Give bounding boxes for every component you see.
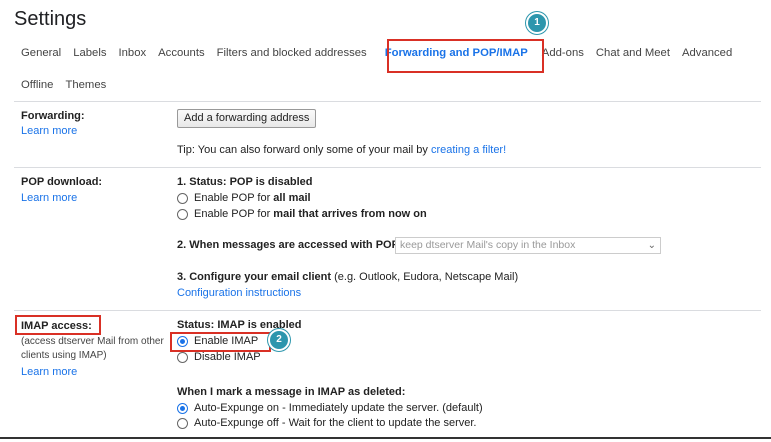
- option-bold: all mail: [273, 192, 311, 204]
- configuration-instructions-link[interactable]: Configuration instructions: [177, 287, 301, 299]
- imap-deleted-heading: When I mark a message in IMAP as deleted…: [177, 386, 406, 398]
- tab-labels[interactable]: Labels: [67, 47, 112, 59]
- tab-advanced[interactable]: Advanced: [676, 47, 738, 59]
- imap-description-line2: clients using IMAP): [21, 350, 107, 361]
- disable-imap-option[interactable]: Disable IMAP: [177, 351, 261, 363]
- radio-button[interactable]: [177, 351, 188, 363]
- radio-button-selected[interactable]: [177, 402, 188, 414]
- pop-configure-label: 3. Configure your email client: [177, 271, 332, 283]
- page-title: Settings: [14, 8, 87, 30]
- tab-chat-meet[interactable]: Chat and Meet: [590, 47, 676, 59]
- pop-status-prefix: 1. Status:: [177, 176, 230, 188]
- enable-imap-highlight: [170, 332, 271, 352]
- chevron-down-icon: ⌄: [647, 240, 656, 251]
- pop-from-now-option[interactable]: Enable POP for mail that arrives from no…: [177, 208, 427, 220]
- forwarding-label: Forwarding:: [21, 110, 85, 122]
- option-bold: mail that arrives from now on: [273, 208, 427, 220]
- pop-all-mail-option[interactable]: Enable POP for all mail: [177, 192, 311, 204]
- divider: [14, 167, 761, 168]
- pop-accessed-label: 2. When messages are accessed with POP: [177, 239, 399, 251]
- forwarding-tip: Tip: You can also forward only some of y…: [177, 144, 506, 156]
- pop-status-value: POP is disabled: [229, 176, 313, 188]
- active-tab-highlight: [387, 39, 544, 73]
- forwarding-tip-text: Tip: You can also forward only some of y…: [177, 144, 431, 156]
- step-badge-2: 2: [270, 331, 288, 349]
- option-prefix: Enable POP for: [194, 208, 271, 220]
- option-prefix: Enable POP for: [194, 192, 271, 204]
- radio-button[interactable]: [177, 208, 188, 220]
- radio-button[interactable]: [177, 417, 188, 429]
- step-badge-1: 1: [528, 14, 546, 32]
- imap-status: Status: IMAP is enabled: [177, 319, 302, 331]
- tab-themes[interactable]: Themes: [59, 79, 112, 91]
- imap-learn-more-link[interactable]: Learn more: [21, 366, 77, 378]
- imap-label-highlight: [15, 315, 101, 335]
- forwarding-learn-more-link[interactable]: Learn more: [21, 125, 77, 137]
- auto-expunge-off-option[interactable]: Auto-Expunge off - Wait for the client t…: [177, 417, 477, 429]
- radio-button[interactable]: [177, 192, 188, 204]
- auto-expunge-off-label: Auto-Expunge off - Wait for the client t…: [194, 417, 477, 429]
- bottom-border: [0, 437, 771, 439]
- disable-imap-label: Disable IMAP: [194, 351, 261, 363]
- tab-offline[interactable]: Offline: [15, 79, 59, 91]
- pop-download-label: POP download:: [21, 176, 103, 188]
- auto-expunge-on-option[interactable]: Auto-Expunge on - Immediately update the…: [177, 402, 483, 414]
- pop-learn-more-link[interactable]: Learn more: [21, 192, 77, 204]
- settings-tabs-row-2: Offline Themes: [15, 75, 112, 95]
- tab-accounts[interactable]: Accounts: [152, 47, 210, 59]
- divider: [14, 310, 761, 311]
- add-forwarding-address-button[interactable]: Add a forwarding address: [177, 109, 317, 128]
- pop-status: 1. Status: POP is disabled: [177, 176, 313, 188]
- create-filter-link[interactable]: creating a filter!: [431, 144, 506, 156]
- pop-accessed-select-value: keep dtserver Mail's copy in the Inbox: [400, 239, 576, 251]
- tab-general[interactable]: General: [15, 47, 67, 59]
- pop-configure: 3. Configure your email client (e.g. Out…: [177, 271, 518, 283]
- tab-inbox[interactable]: Inbox: [113, 47, 153, 59]
- settings-tabs-row-1: General Labels Inbox Accounts Filters an…: [15, 43, 738, 63]
- divider: [14, 101, 761, 102]
- imap-description-line1: (access dtserver Mail from other: [21, 336, 164, 347]
- pop-configure-hint: (e.g. Outlook, Eudora, Netscape Mail): [331, 271, 519, 283]
- tab-filters[interactable]: Filters and blocked addresses: [211, 47, 373, 59]
- auto-expunge-on-label: Auto-Expunge on - Immediately update the…: [194, 402, 483, 414]
- pop-accessed-select[interactable]: keep dtserver Mail's copy in the Inbox ⌄: [395, 237, 661, 254]
